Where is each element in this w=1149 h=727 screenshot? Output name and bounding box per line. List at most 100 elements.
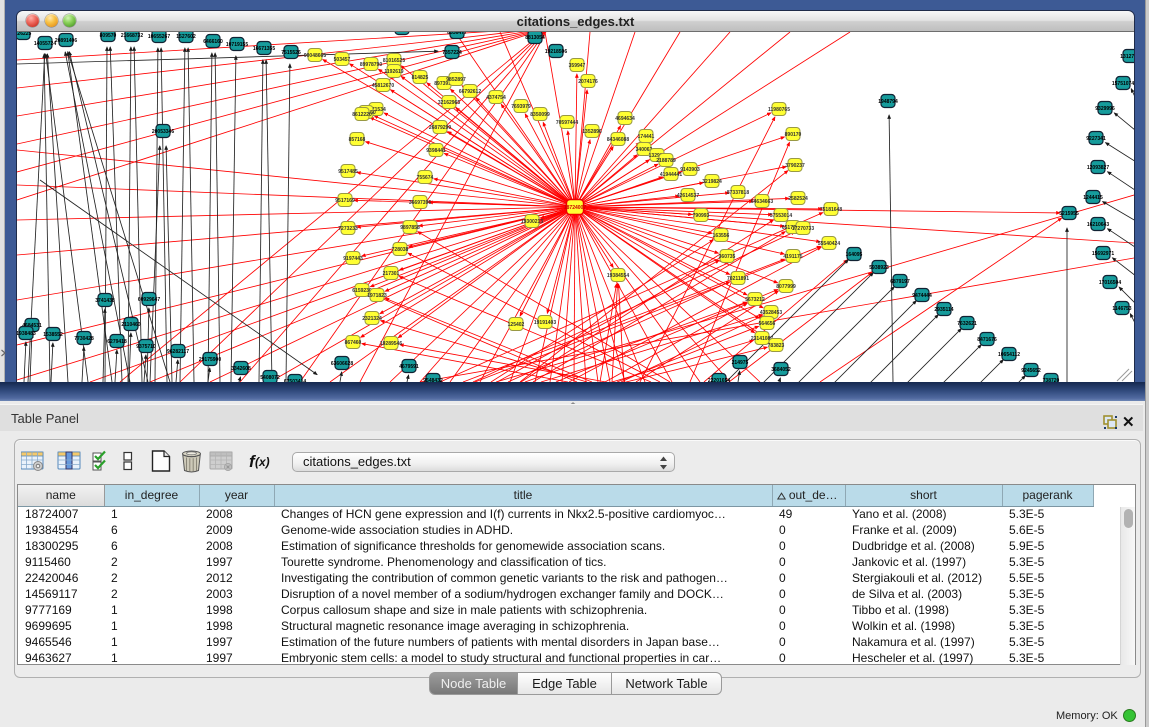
svg-text:29175900: 29175900 <box>199 357 221 363</box>
svg-text:7693979: 7693979 <box>511 104 531 110</box>
svg-text:3684052: 3684052 <box>771 367 791 373</box>
svg-text:1527602: 1527602 <box>176 34 196 40</box>
svg-text:1938483: 1938483 <box>17 331 36 337</box>
svg-text:3741438: 3741438 <box>95 298 115 304</box>
svg-text:43528453: 43528453 <box>760 310 782 316</box>
svg-text:63606628: 63606628 <box>331 361 353 367</box>
svg-text:3342608: 3342608 <box>231 366 251 372</box>
svg-text:6879197: 6879197 <box>890 279 910 285</box>
svg-text:75181648: 75181648 <box>820 207 842 213</box>
svg-text:84346088: 84346088 <box>607 137 629 143</box>
svg-text:22201654: 22201654 <box>708 378 730 382</box>
svg-text:755674: 755674 <box>417 175 434 181</box>
svg-text:9517169: 9517169 <box>335 198 355 204</box>
svg-text:867460: 867460 <box>345 340 362 346</box>
svg-text:164095: 164095 <box>846 252 863 258</box>
svg-text:1971823: 1971823 <box>367 293 387 299</box>
svg-text:359947: 359947 <box>569 63 586 69</box>
svg-text:564656: 564656 <box>759 321 776 327</box>
svg-text:360735: 360735 <box>719 254 736 260</box>
svg-text:4191175: 4191175 <box>783 254 802 260</box>
svg-text:126225: 126225 <box>17 32 32 37</box>
svg-text:1948794: 1948794 <box>878 99 898 105</box>
svg-text:7730428: 7730428 <box>74 336 94 342</box>
svg-text:11980765: 11980765 <box>768 107 790 113</box>
svg-text:809570: 809570 <box>100 33 117 39</box>
svg-text:19289546: 19289546 <box>380 341 402 347</box>
svg-text:5938923: 5938923 <box>869 265 889 271</box>
svg-text:45812670: 45812670 <box>372 83 394 89</box>
svg-text:214975: 214975 <box>732 360 749 366</box>
svg-text:1538552: 1538552 <box>43 332 63 338</box>
svg-text:1352896: 1352896 <box>582 129 602 135</box>
svg-text:21668732: 21668732 <box>121 33 143 39</box>
svg-text:9143903: 9143903 <box>680 167 700 173</box>
svg-text:4679591: 4679591 <box>399 364 419 370</box>
svg-text:9517485: 9517485 <box>338 169 358 175</box>
svg-text:890170: 890170 <box>785 132 802 138</box>
svg-text:1192619: 1192619 <box>384 69 403 75</box>
svg-text:20891406: 20891406 <box>55 38 77 44</box>
svg-text:19300213: 19300213 <box>521 219 543 225</box>
svg-text:9227341: 9227341 <box>1086 136 1106 142</box>
svg-text:12093827: 12093827 <box>1087 165 1109 171</box>
svg-text:217301: 217301 <box>383 271 400 277</box>
svg-text:32162965: 32162965 <box>438 100 460 106</box>
svg-text:125402: 125402 <box>508 322 525 328</box>
svg-text:2110460: 2110460 <box>121 322 140 328</box>
svg-text:4694634: 4694634 <box>615 116 635 122</box>
svg-text:783823: 783823 <box>768 343 785 349</box>
svg-text:10655267: 10655267 <box>148 34 170 40</box>
svg-text:5215955: 5215955 <box>1059 211 1079 217</box>
svg-text:60929647: 60929647 <box>138 297 160 303</box>
svg-text:2935114: 2935114 <box>934 307 953 313</box>
svg-text:10719155: 10719155 <box>226 42 248 48</box>
svg-text:9474444: 9474444 <box>912 293 932 299</box>
svg-text:90048665: 90048665 <box>304 53 326 59</box>
svg-text:7357224: 7357224 <box>442 50 462 56</box>
svg-text:9375710: 9375710 <box>136 344 156 350</box>
svg-text:87337818: 87337818 <box>727 190 749 196</box>
svg-text:42614537: 42614537 <box>677 193 699 199</box>
svg-text:2582524: 2582524 <box>788 196 808 202</box>
svg-text:20053346: 20053346 <box>152 129 174 135</box>
svg-text:2074176: 2074176 <box>578 79 598 85</box>
svg-text:163556: 163556 <box>713 233 730 239</box>
svg-text:8077999: 8077999 <box>776 284 796 290</box>
svg-text:1146753: 1146753 <box>1112 306 1131 312</box>
svg-text:1312757: 1312757 <box>1120 54 1134 60</box>
svg-text:70597444: 70597444 <box>556 120 578 126</box>
svg-text:64634663: 64634663 <box>751 199 773 205</box>
svg-text:19384554: 19384554 <box>607 273 629 279</box>
svg-text:66792612: 66792612 <box>459 89 481 95</box>
svg-text:9548432: 9548432 <box>423 378 443 382</box>
svg-text:9398441: 9398441 <box>426 148 446 154</box>
svg-text:96282117: 96282117 <box>167 349 189 355</box>
svg-text:57553014: 57553014 <box>770 213 792 219</box>
svg-text:16210643: 16210643 <box>1087 222 1109 228</box>
svg-text:6466160: 6466160 <box>203 39 223 45</box>
svg-text:3219824: 3219824 <box>702 179 722 185</box>
svg-text:3790237: 3790237 <box>785 163 805 169</box>
svg-text:9329996: 9329996 <box>1095 106 1115 112</box>
svg-text:9852897: 9852897 <box>446 77 466 83</box>
svg-text:790993: 790993 <box>693 213 710 219</box>
svg-text:19191403: 19191403 <box>534 320 556 326</box>
svg-text:9197443: 9197443 <box>343 256 363 262</box>
svg-text:70211891: 70211891 <box>727 276 749 282</box>
svg-text:728038: 728038 <box>392 247 409 253</box>
svg-text:17016504: 17016504 <box>1099 280 1121 286</box>
svg-text:7632621: 7632621 <box>957 321 977 327</box>
svg-text:15751074: 15751074 <box>1112 81 1134 87</box>
svg-text:5408072: 5408072 <box>260 375 280 381</box>
svg-text:55540424: 55540424 <box>818 241 840 247</box>
svg-text:8350099: 8350099 <box>530 112 550 118</box>
svg-text:17270733: 17270733 <box>792 226 814 232</box>
svg-text:7515526: 7515526 <box>281 50 301 56</box>
svg-text:857168: 857168 <box>349 137 366 143</box>
svg-text:36697396: 36697396 <box>409 200 431 206</box>
svg-text:2188789: 2188789 <box>656 158 676 164</box>
svg-text:1244415: 1244415 <box>1083 195 1103 201</box>
svg-text:67503414: 67503414 <box>284 379 306 382</box>
svg-text:(x): (x) <box>255 455 270 469</box>
